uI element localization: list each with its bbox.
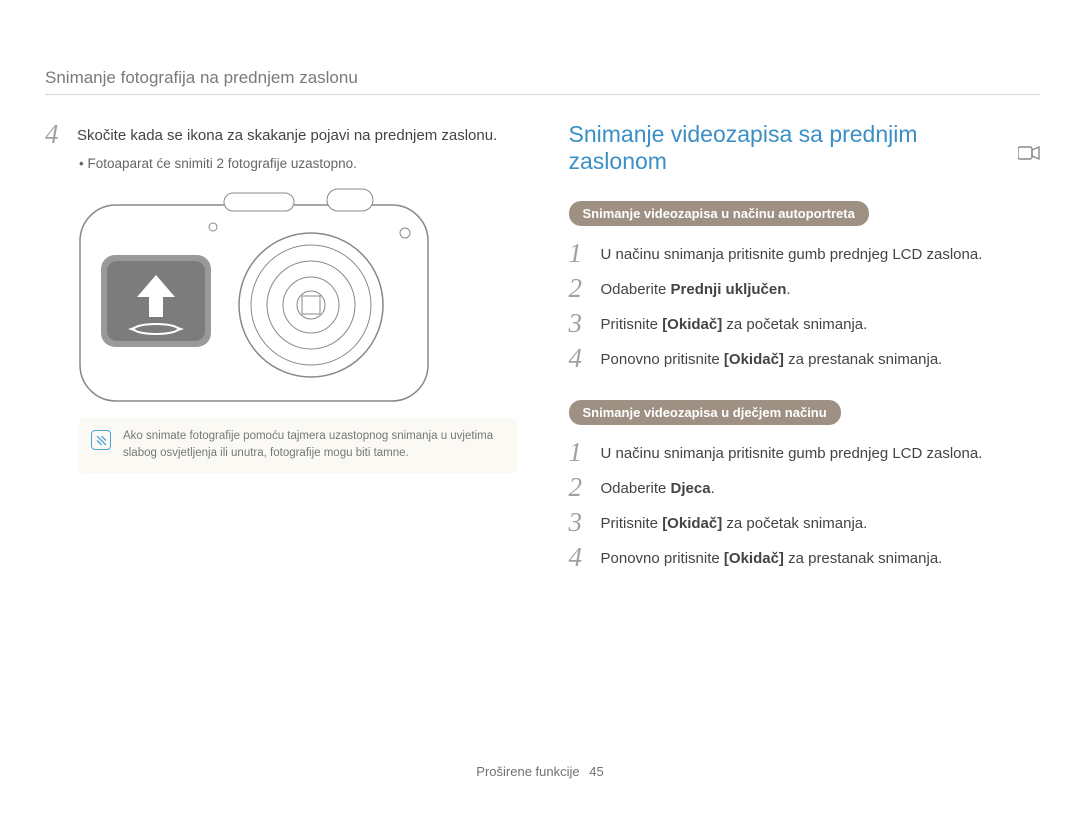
step-number: 4 xyxy=(569,544,591,571)
a-step-4: 4 Ponovno pritisnite [Okidač] za prestan… xyxy=(569,345,1041,372)
step-number: 2 xyxy=(569,275,591,302)
b-step-3: 3 Pritisnite [Okidač] za početak snimanj… xyxy=(569,509,1041,536)
step-text: Odaberite Djeca. xyxy=(601,474,715,501)
a-step-3: 3 Pritisnite [Okidač] za početak snimanj… xyxy=(569,310,1041,337)
text-bold: [Okidač] xyxy=(724,351,784,368)
b-step-2: 2 Odaberite Djeca. xyxy=(569,474,1041,501)
step-number: 3 xyxy=(569,310,591,337)
text-pre: Pritisnite xyxy=(601,515,663,532)
pill-djecji: Snimanje videozapisa u dječjem načinu xyxy=(569,400,841,425)
text-post: za početak snimanja. xyxy=(722,316,867,333)
note-box: Ako snimate fotografije pomoću tajmera u… xyxy=(79,418,517,473)
step-text: U načinu snimanja pritisnite gumb prednj… xyxy=(601,439,983,466)
text-pre: Pritisnite xyxy=(601,316,663,333)
a-step-2: 2 Odaberite Prednji uključen. xyxy=(569,275,1041,302)
left-step-4: 4 Skočite kada se ikona za skakanje poja… xyxy=(45,121,517,148)
right-column: Snimanje videozapisa sa prednjim zaslono… xyxy=(569,121,1041,579)
step-text: U načinu snimanja pritisnite gumb prednj… xyxy=(601,240,983,267)
footer-section: Proširene funkcije xyxy=(476,764,579,779)
text-bold: [Okidač] xyxy=(662,515,722,532)
pill-autoportret: Snimanje videozapisa u načinu autoportre… xyxy=(569,201,869,226)
camera-illustration xyxy=(79,187,517,402)
step-text: Odaberite Prednji uključen. xyxy=(601,275,791,302)
a-step-1: 1 U načinu snimanja pritisnite gumb pred… xyxy=(569,240,1041,267)
text-bold: [Okidač] xyxy=(724,550,784,567)
section-title-text: Snimanje videozapisa sa prednjim zaslono… xyxy=(569,121,1009,175)
text-post: . xyxy=(786,281,790,298)
text-bold: Djeca xyxy=(671,480,711,497)
text-bold: Prednji uključen xyxy=(671,281,787,298)
step-text: Ponovno pritisnite [Okidač] za prestanak… xyxy=(601,544,943,571)
step-number: 2 xyxy=(569,474,591,501)
text-post: . xyxy=(711,480,715,497)
step-text: Ponovno pritisnite [Okidač] za prestanak… xyxy=(601,345,943,372)
text-pre: Odaberite xyxy=(601,480,671,497)
text-pre: Odaberite xyxy=(601,281,671,298)
step-text: Pritisnite [Okidač] za početak snimanja. xyxy=(601,509,868,536)
camera-svg xyxy=(79,187,429,402)
video-mode-icon xyxy=(1018,140,1040,156)
text-pre: Ponovno pritisnite xyxy=(601,550,724,567)
text-pre: Ponovno pritisnite xyxy=(601,351,724,368)
step-number: 4 xyxy=(45,121,67,148)
b-step-1: 1 U načinu snimanja pritisnite gumb pred… xyxy=(569,439,1041,466)
page-footer: Proširene funkcije 45 xyxy=(0,764,1080,779)
step-number: 1 xyxy=(569,439,591,466)
b-step-4: 4 Ponovno pritisnite [Okidač] za prestan… xyxy=(569,544,1041,571)
note-icon xyxy=(91,430,111,450)
text-post: za prestanak snimanja. xyxy=(784,351,942,368)
text-bold: [Okidač] xyxy=(662,316,722,333)
breadcrumb: Snimanje fotografija na prednjem zaslonu xyxy=(45,68,1040,95)
note-text: Ako snimate fotografije pomoću tajmera u… xyxy=(123,428,505,463)
step-text: Pritisnite [Okidač] za početak snimanja. xyxy=(601,310,868,337)
left-column: 4 Skočite kada se ikona za skakanje poja… xyxy=(45,121,517,579)
step-number: 1 xyxy=(569,240,591,267)
step-number: 4 xyxy=(569,345,591,372)
text-post: za početak snimanja. xyxy=(722,515,867,532)
text-post: za prestanak snimanja. xyxy=(784,550,942,567)
content-columns: 4 Skočite kada se ikona za skakanje poja… xyxy=(45,121,1040,579)
step-number: 3 xyxy=(569,509,591,536)
section-title: Snimanje videozapisa sa prednjim zaslono… xyxy=(569,121,1041,175)
footer-page-number: 45 xyxy=(589,764,603,779)
step-text: Skočite kada se ikona za skakanje pojavi… xyxy=(77,121,497,148)
left-sub-bullet: Fotoaparat će snimiti 2 fotografije uzas… xyxy=(79,156,517,171)
